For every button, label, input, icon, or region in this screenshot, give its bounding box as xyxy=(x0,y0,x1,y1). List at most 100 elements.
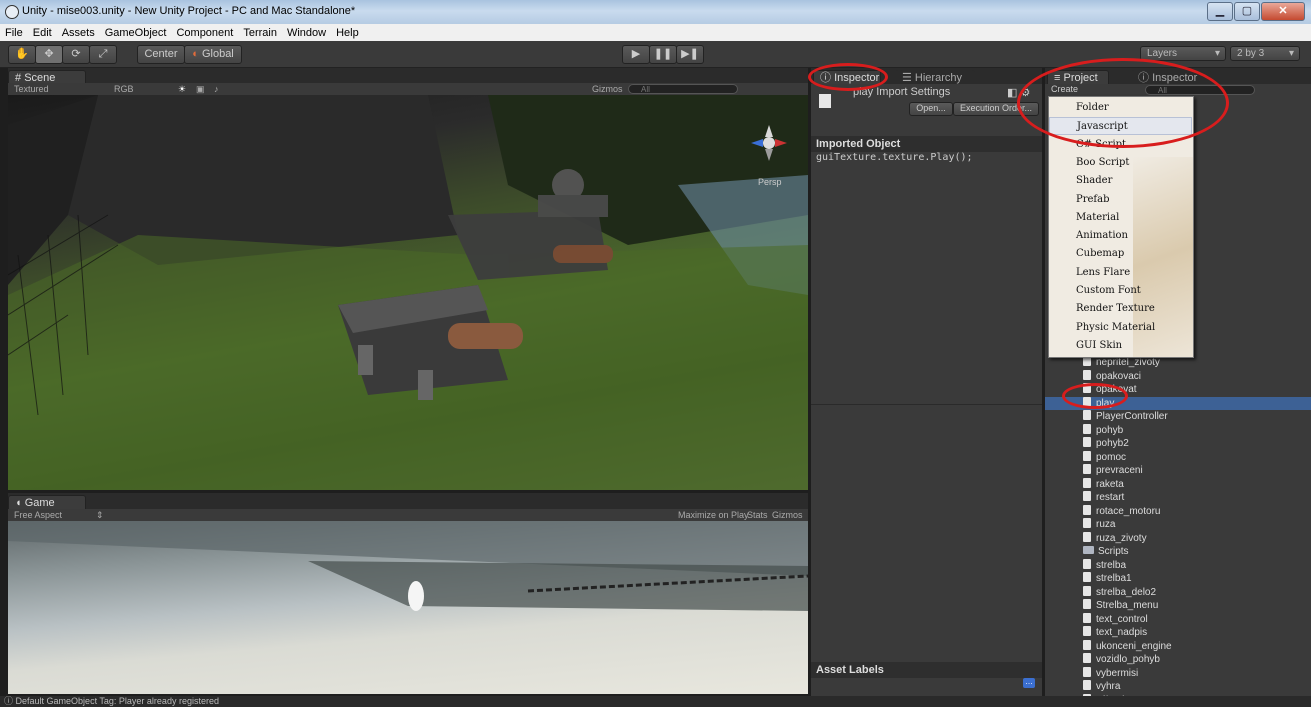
menu-file[interactable]: File xyxy=(0,27,28,39)
color-mode-dropdown[interactable]: RGB xyxy=(114,83,134,95)
project-file-item[interactable]: ruza_zivoty xyxy=(1083,532,1147,545)
create-menu-item[interactable]: Animation xyxy=(1049,227,1192,245)
game-view[interactable] xyxy=(8,521,808,694)
scene-view[interactable]: Persp xyxy=(8,95,808,490)
create-menu-item[interactable]: Physic Material xyxy=(1049,319,1192,337)
pivot-center-button[interactable]: Center xyxy=(137,45,185,64)
script-file-icon xyxy=(1083,613,1091,623)
inspector-panel: play Import Settings ◧ ⚙ Open... Executi… xyxy=(811,84,1042,696)
project-file-item[interactable]: Scripts xyxy=(1083,545,1129,558)
project-file-item[interactable]: vyhra xyxy=(1083,680,1120,693)
scene-gizmos-dropdown[interactable]: Gizmos xyxy=(592,83,623,95)
global-space-label: Global xyxy=(201,48,234,60)
project-file-label: strelba_delo2 xyxy=(1096,587,1157,598)
project-file-label: ruza_zivoty xyxy=(1096,533,1147,544)
script-file-icon xyxy=(1083,464,1091,474)
script-file-icon xyxy=(1083,640,1091,650)
project-file-label: ruza xyxy=(1096,519,1116,530)
move-tool-icon[interactable]: ✥ xyxy=(35,45,63,64)
script-file-icon xyxy=(1083,410,1091,420)
pause-button[interactable]: ❚❚ xyxy=(649,45,677,64)
scene-search-input[interactable]: All xyxy=(628,84,738,94)
project-file-item[interactable]: text_control xyxy=(1083,613,1148,626)
project-file-label: PlayerController xyxy=(1096,411,1168,422)
project-file-item[interactable]: strelba1 xyxy=(1083,572,1132,585)
project-file-item[interactable]: PlayerController xyxy=(1083,410,1168,423)
rotate-tool-icon[interactable]: ⟳ xyxy=(62,45,90,64)
audio-toggle-icon[interactable]: ♪ xyxy=(214,83,219,95)
game-gizmos-dropdown[interactable]: Gizmos xyxy=(772,509,803,521)
open-button[interactable]: Open... xyxy=(909,102,953,116)
create-menu-item[interactable]: Cubemap xyxy=(1049,245,1192,263)
layers-dropdown[interactable]: Layers ▾ xyxy=(1140,46,1226,61)
project-file-item[interactable]: pohyb2 xyxy=(1083,437,1129,450)
aspect-dropdown[interactable]: Free Aspect xyxy=(14,509,62,521)
unity-app-icon xyxy=(5,5,19,19)
script-file-icon xyxy=(1083,370,1091,380)
create-menu-item[interactable]: Boo Script xyxy=(1049,154,1192,172)
image-toggle-icon[interactable]: ▣ xyxy=(196,83,205,95)
annotation-circle-play xyxy=(1062,383,1128,409)
hand-tool-icon[interactable]: ✋ xyxy=(8,45,36,64)
layout-label: 2 by 3 xyxy=(1237,48,1265,59)
menu-help[interactable]: Help xyxy=(331,27,364,39)
menu-gameobject[interactable]: GameObject xyxy=(100,27,172,39)
annotation-circle-inspector xyxy=(808,63,888,91)
project-file-item[interactable]: ukonceni_engine xyxy=(1083,640,1172,653)
project-file-item[interactable]: restart xyxy=(1083,491,1124,504)
stats-toggle[interactable]: Stats xyxy=(747,509,768,521)
pivot-center-label: Center xyxy=(144,48,178,60)
game-control-bar: Free Aspect ⇕ Maximize on Play Stats Giz… xyxy=(8,509,808,521)
scene-gizmo-icon[interactable] xyxy=(751,125,787,161)
scale-tool-icon[interactable]: ⤢ xyxy=(89,45,117,64)
close-button[interactable]: ✕ xyxy=(1261,2,1305,21)
scene-render xyxy=(8,95,808,490)
menu-window[interactable]: Window xyxy=(282,27,331,39)
create-menu-item[interactable]: GUI Skin xyxy=(1049,337,1192,355)
create-menu-item[interactable]: Material xyxy=(1049,209,1192,227)
maximize-button[interactable]: ▢ xyxy=(1234,2,1260,21)
script-file-icon xyxy=(1083,626,1091,636)
create-menu-item[interactable]: Shader xyxy=(1049,172,1192,190)
script-file-icon xyxy=(1083,559,1091,569)
project-file-item[interactable]: text_nadpis xyxy=(1083,626,1147,639)
project-file-item[interactable]: ruza xyxy=(1083,518,1115,531)
project-file-item[interactable]: strelba xyxy=(1083,559,1126,572)
project-file-item[interactable]: Strelba_menu xyxy=(1083,599,1158,612)
script-file-icon xyxy=(1083,451,1091,461)
aspect-chevron-icon[interactable]: ⇕ xyxy=(96,509,104,521)
menu-edit[interactable]: Edit xyxy=(28,27,57,39)
project-file-item[interactable]: pomoc xyxy=(1083,451,1126,464)
project-file-item[interactable]: opakovaci xyxy=(1083,370,1141,383)
script-file-icon xyxy=(1083,572,1091,582)
maximize-on-play-toggle[interactable]: Maximize on Play xyxy=(678,509,749,521)
render-mode-dropdown[interactable]: Textured xyxy=(14,83,49,95)
project-file-item[interactable]: pohyb xyxy=(1083,424,1123,437)
menu-assets[interactable]: Assets xyxy=(57,27,100,39)
labels-menu-icon[interactable]: … xyxy=(1023,678,1035,688)
script-file-icon xyxy=(1083,586,1091,596)
step-button[interactable]: ▶❚ xyxy=(676,45,704,64)
project-file-item[interactable]: raketa xyxy=(1083,478,1124,491)
play-button[interactable]: ▶ xyxy=(622,45,650,64)
script-preview: guiTexture.texture.Play(); xyxy=(816,152,973,163)
project-file-item[interactable]: strelba_delo2 xyxy=(1083,586,1156,599)
create-menu-item[interactable]: Lens Flare xyxy=(1049,264,1192,282)
create-menu-item[interactable]: Custom Font xyxy=(1049,282,1192,300)
lighting-toggle-icon[interactable]: ☀ xyxy=(178,83,186,95)
info-icon: ⓘ xyxy=(4,696,14,706)
annotation-circle-create xyxy=(1017,58,1229,148)
project-file-item[interactable]: rotace_motoru xyxy=(1083,505,1160,518)
project-file-item[interactable]: vozidlo_pohyb xyxy=(1083,653,1160,666)
create-menu-item[interactable]: Prefab xyxy=(1049,191,1192,209)
project-file-item[interactable]: vybermisi xyxy=(1083,667,1138,680)
menu-component[interactable]: Component xyxy=(171,27,238,39)
minimize-button[interactable]: ▁ xyxy=(1207,2,1233,21)
global-space-button[interactable]: ◐ Global xyxy=(184,45,242,64)
imported-object-header: Imported Object xyxy=(811,136,1042,152)
layout-dropdown[interactable]: 2 by 3 ▾ xyxy=(1230,46,1300,61)
create-menu-item[interactable]: Render Texture xyxy=(1049,300,1192,318)
project-file-label: Strelba_menu xyxy=(1096,600,1159,611)
menu-terrain[interactable]: Terrain xyxy=(238,27,282,39)
project-file-item[interactable]: prevraceni xyxy=(1083,464,1143,477)
